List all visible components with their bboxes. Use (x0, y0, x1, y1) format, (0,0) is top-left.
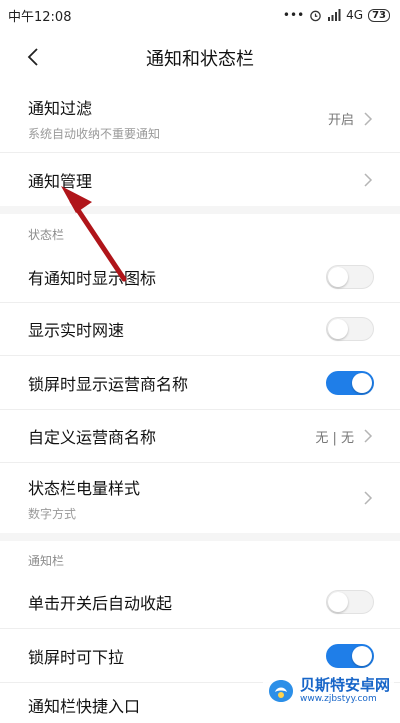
row-sublabel: 数字方式 (28, 506, 77, 521)
row-label: 通知管理 (28, 171, 93, 191)
row-label: 通知过滤 (28, 99, 93, 118)
row-custom-carrier-name[interactable]: 自定义运营商名称 无 | 无 (0, 410, 400, 463)
row-battery-style[interactable]: 状态栏电量样式 数字方式 (0, 463, 400, 533)
row-label: 通知栏快捷入口 (28, 697, 141, 716)
toggle-knob (352, 645, 372, 666)
back-button[interactable] (18, 42, 48, 72)
section-header-status-bar: 状态栏 (28, 228, 65, 242)
page-header: 通知和状态栏 (0, 30, 400, 85)
more-dots-icon: ••• (282, 8, 305, 22)
chevron-right-icon (364, 491, 373, 505)
toggle-switch-off[interactable] (326, 590, 374, 614)
toggle-knob (352, 372, 372, 393)
watermark: 贝斯特安卓网 www.zjbstyy.com (262, 675, 394, 707)
row-label: 锁屏时可下拉 (28, 647, 125, 667)
page-title: 通知和状态栏 (146, 48, 254, 70)
network-type: 4G (346, 8, 364, 22)
row-label: 锁屏时显示运营商名称 (28, 374, 189, 394)
battery-indicator: 73 (368, 8, 390, 22)
row-notification-management[interactable]: 通知管理 (0, 153, 400, 206)
toggle-switch-off[interactable] (326, 317, 374, 341)
row-label: 单击开关后自动收起 (28, 594, 173, 613)
toggle-knob (328, 319, 348, 339)
brand-logo-icon (268, 680, 293, 702)
watermark-url: www.zjbstyy.com (299, 694, 377, 704)
toggle-knob (328, 266, 348, 287)
row-show-carrier-on-lockscreen[interactable]: 锁屏时显示运营商名称 (0, 356, 400, 410)
row-notification-filter[interactable]: 通知过滤 系统自动收纳不重要通知 开启 (0, 85, 400, 153)
chevron-left-icon (27, 48, 38, 66)
row-sublabel: 系统自动收纳不重要通知 (28, 127, 161, 141)
row-show-icon-on-notification[interactable]: 有通知时显示图标 (0, 251, 400, 303)
chevron-right-icon (364, 111, 373, 126)
section-header-notification-bar: 通知栏 (28, 554, 65, 568)
row-value: 开启 (327, 113, 354, 128)
toggle-switch-on[interactable] (326, 643, 374, 668)
row-label: 有通知时显示图标 (28, 268, 157, 288)
section-divider (0, 206, 400, 214)
toggle-knob (328, 592, 348, 612)
row-label: 状态栏电量样式 (28, 478, 141, 498)
row-value: 无 | 无 (315, 430, 354, 446)
chevron-right-icon (364, 172, 373, 187)
row-label: 自定义运营商名称 (28, 428, 157, 447)
alarm-icon (310, 10, 321, 21)
section-divider (0, 533, 400, 541)
status-bar: 中午12:08 ••• 4G 73 (0, 0, 400, 30)
watermark-title: 贝斯特安卓网 (299, 676, 390, 694)
status-time: 中午12:08 (8, 9, 72, 25)
row-label: 显示实时网速 (28, 321, 125, 340)
toggle-switch-off[interactable] (326, 264, 374, 289)
chevron-right-icon (364, 429, 373, 443)
row-auto-collapse[interactable]: 单击开关后自动收起 (0, 576, 400, 629)
signal-icon (328, 9, 341, 21)
status-icons: ••• 4G 73 (283, 8, 390, 22)
row-show-network-speed[interactable]: 显示实时网速 (0, 303, 400, 356)
toggle-switch-on[interactable] (326, 370, 374, 395)
